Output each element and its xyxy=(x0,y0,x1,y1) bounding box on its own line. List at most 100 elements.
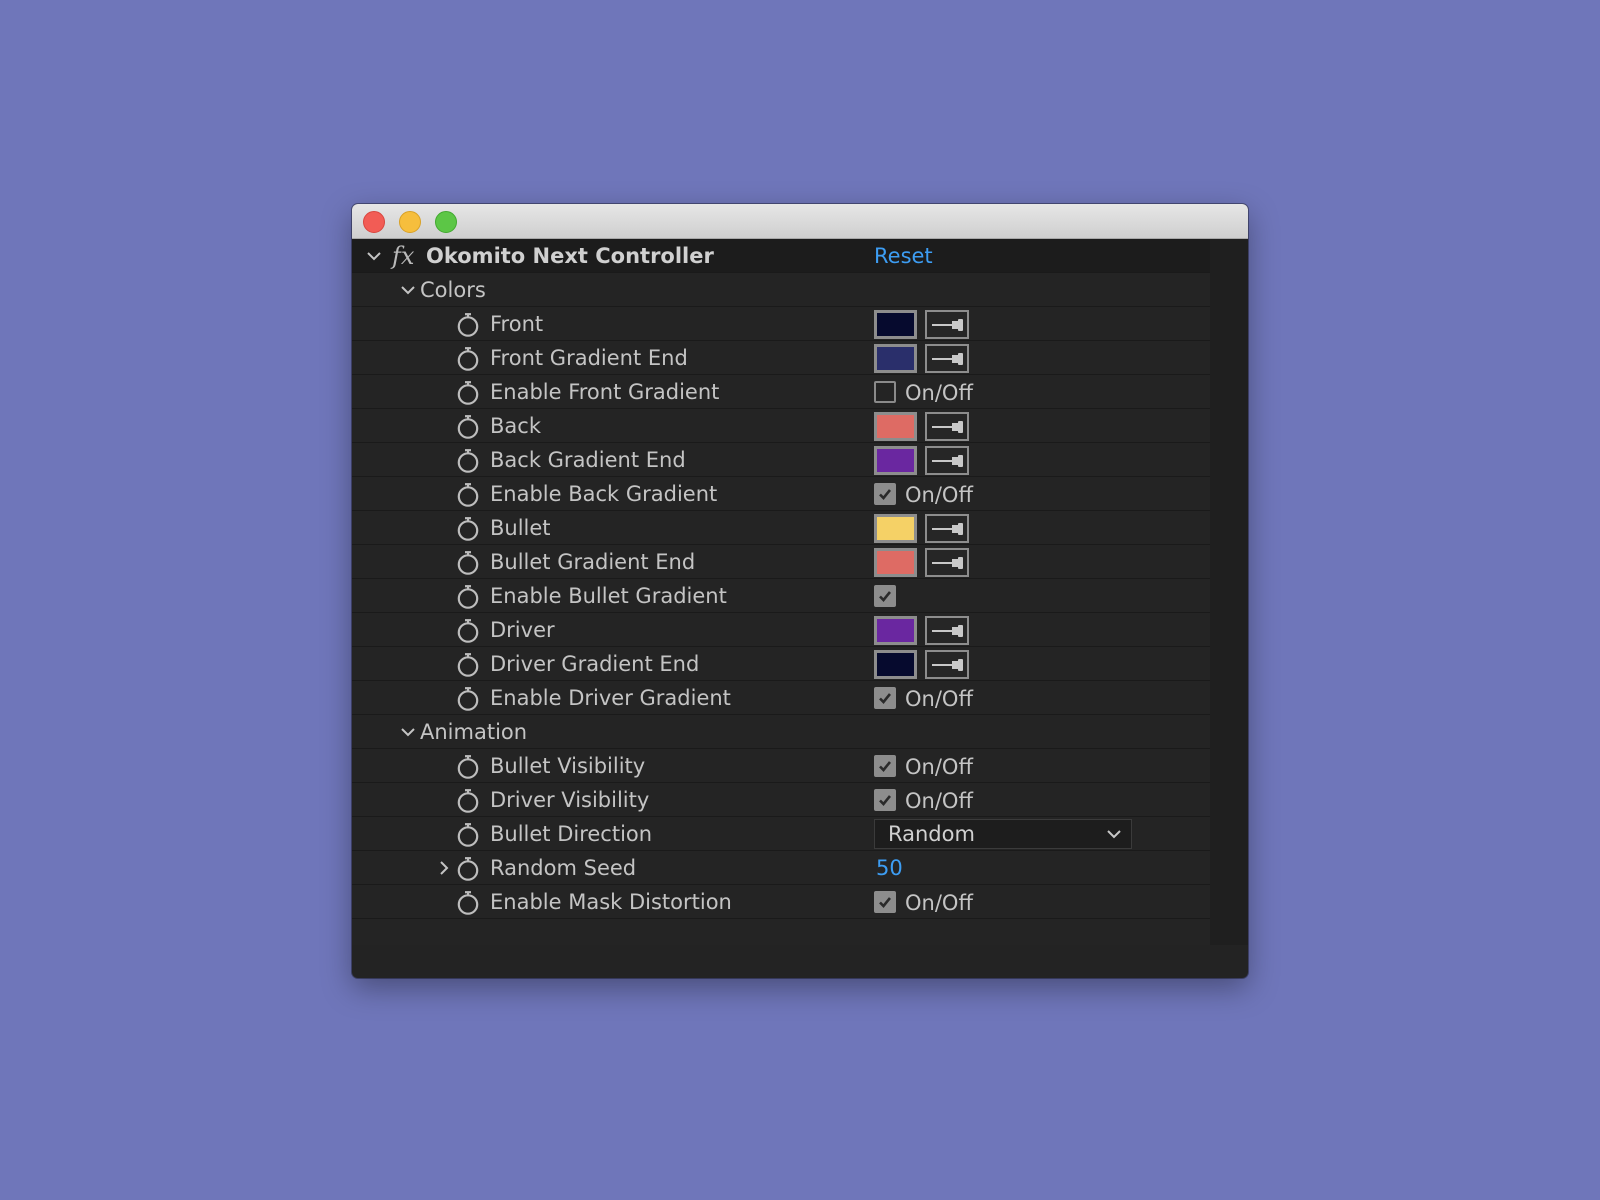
stopwatch-icon[interactable] xyxy=(456,448,480,474)
eyedropper-button[interactable] xyxy=(925,548,969,577)
eyedropper-button[interactable] xyxy=(925,344,969,373)
stopwatch-icon[interactable] xyxy=(456,890,480,916)
property-row-bullet[interactable]: Bullet xyxy=(352,511,1210,545)
property-row-driver[interactable]: Driver xyxy=(352,613,1210,647)
maximize-window-button[interactable] xyxy=(435,211,457,233)
stopwatch-icon[interactable] xyxy=(456,584,480,610)
color-swatch-back-gradient-end[interactable] xyxy=(874,446,917,475)
property-label: Enable Mask Distortion xyxy=(490,890,732,914)
checkbox-label[interactable]: On/Off xyxy=(905,375,973,409)
stopwatch-icon[interactable] xyxy=(456,822,480,848)
property-row-bullet-visibility[interactable]: Bullet Visibility On/Off xyxy=(352,749,1210,783)
color-swatch-bullet-gradient-end[interactable] xyxy=(874,548,917,577)
property-label: Enable Driver Gradient xyxy=(490,686,731,710)
property-label: Driver xyxy=(490,618,555,642)
property-label: Bullet Gradient End xyxy=(490,550,696,574)
chevron-down-icon[interactable] xyxy=(366,248,382,264)
eyedropper-button[interactable] xyxy=(925,310,969,339)
stopwatch-icon[interactable] xyxy=(456,754,480,780)
color-swatch-driver[interactable] xyxy=(874,616,917,645)
stopwatch-icon[interactable] xyxy=(456,788,480,814)
property-row-enable-back-gradient[interactable]: Enable Back Gradient On/Off xyxy=(352,477,1210,511)
checkbox-enable-back-gradient[interactable] xyxy=(874,483,896,505)
stopwatch-icon[interactable] xyxy=(456,686,480,712)
property-label: Bullet Visibility xyxy=(490,754,646,778)
checkbox-label[interactable]: On/Off xyxy=(905,477,973,511)
stopwatch-icon[interactable] xyxy=(456,346,480,372)
title-bar[interactable] xyxy=(352,204,1248,239)
stopwatch-icon[interactable] xyxy=(456,380,480,406)
checkbox-driver-visibility[interactable] xyxy=(874,789,896,811)
eyedropper-button[interactable] xyxy=(925,514,969,543)
property-row-front-gradient-end[interactable]: Front Gradient End xyxy=(352,341,1210,375)
chevron-right-icon[interactable] xyxy=(436,860,452,876)
reset-link[interactable]: Reset xyxy=(874,239,933,273)
property-row-enable-driver-gradient[interactable]: Enable Driver Gradient On/Off xyxy=(352,681,1210,715)
property-row-enable-front-gradient[interactable]: Enable Front Gradient On/Off xyxy=(352,375,1210,409)
property-row-enable-mask-distortion[interactable]: Enable Mask Distortion On/Off xyxy=(352,885,1210,919)
property-row-driver-gradient-end[interactable]: Driver Gradient End xyxy=(352,647,1210,681)
color-swatch-front-gradient-end[interactable] xyxy=(874,344,917,373)
group-colors-label: Colors xyxy=(420,278,486,302)
property-label: Back Gradient End xyxy=(490,448,686,472)
checkbox-enable-front-gradient[interactable] xyxy=(874,381,896,403)
property-label: Bullet Direction xyxy=(490,822,653,846)
stopwatch-icon[interactable] xyxy=(456,516,480,542)
color-swatch-back[interactable] xyxy=(874,412,917,441)
dropdown-bullet-direction[interactable]: Random xyxy=(874,819,1132,849)
close-window-button[interactable] xyxy=(363,211,385,233)
dropdown-value: Random xyxy=(888,822,975,846)
color-swatch-driver-gradient-end[interactable] xyxy=(874,650,917,679)
effect-controls-panel: fx Okomito Next Controller Reset Colors … xyxy=(352,239,1210,945)
effect-controls-window: fx Okomito Next Controller Reset Colors … xyxy=(352,204,1248,978)
stopwatch-icon[interactable] xyxy=(456,856,480,882)
chevron-down-icon xyxy=(1107,830,1121,839)
minimize-window-button[interactable] xyxy=(399,211,421,233)
property-label: Enable Back Gradient xyxy=(490,482,718,506)
eyedropper-button[interactable] xyxy=(925,412,969,441)
stopwatch-icon[interactable] xyxy=(456,312,480,338)
property-label: Back xyxy=(490,414,541,438)
stopwatch-icon[interactable] xyxy=(456,618,480,644)
stopwatch-icon[interactable] xyxy=(456,482,480,508)
property-row-random-seed[interactable]: Random Seed 50 xyxy=(352,851,1210,885)
checkbox-label[interactable]: On/Off xyxy=(905,783,973,817)
property-row-driver-visibility[interactable]: Driver Visibility On/Off xyxy=(352,783,1210,817)
checkbox-label[interactable]: On/Off xyxy=(905,749,973,783)
checkbox-label[interactable]: On/Off xyxy=(905,885,973,919)
checkbox-enable-mask-distortion[interactable] xyxy=(874,891,896,913)
property-label: Front Gradient End xyxy=(490,346,688,370)
checkbox-enable-driver-gradient[interactable] xyxy=(874,687,896,709)
property-label: Driver Visibility xyxy=(490,788,650,812)
chevron-down-icon[interactable] xyxy=(400,282,416,298)
eyedropper-button[interactable] xyxy=(925,616,969,645)
chevron-down-icon[interactable] xyxy=(400,724,416,740)
property-row-front[interactable]: Front xyxy=(352,307,1210,341)
group-animation-label: Animation xyxy=(420,720,528,744)
eyedropper-button[interactable] xyxy=(925,446,969,475)
group-animation-row[interactable]: Animation xyxy=(352,715,1210,749)
property-label: Enable Bullet Gradient xyxy=(490,584,727,608)
property-label: Driver Gradient End xyxy=(490,652,700,676)
panel-scroll-gutter[interactable] xyxy=(1210,239,1248,945)
group-colors-row[interactable]: Colors xyxy=(352,273,1210,307)
value-random-seed[interactable]: 50 xyxy=(876,851,903,885)
property-label: Bullet xyxy=(490,516,551,540)
stopwatch-icon[interactable] xyxy=(456,652,480,678)
property-label: Random Seed xyxy=(490,856,637,880)
property-row-back-gradient-end[interactable]: Back Gradient End xyxy=(352,443,1210,477)
color-swatch-bullet[interactable] xyxy=(874,514,917,543)
checkbox-label[interactable]: On/Off xyxy=(905,681,973,715)
property-row-bullet-direction[interactable]: Bullet Direction Random xyxy=(352,817,1210,851)
checkbox-bullet-visibility[interactable] xyxy=(874,755,896,777)
stopwatch-icon[interactable] xyxy=(456,414,480,440)
fx-icon[interactable]: fx xyxy=(392,239,414,273)
property-row-enable-bullet-gradient[interactable]: Enable Bullet Gradient xyxy=(352,579,1210,613)
effect-title: Okomito Next Controller xyxy=(426,244,714,268)
property-row-back[interactable]: Back xyxy=(352,409,1210,443)
stopwatch-icon[interactable] xyxy=(456,550,480,576)
checkbox-enable-bullet-gradient[interactable] xyxy=(874,585,896,607)
color-swatch-front[interactable] xyxy=(874,310,917,339)
property-row-bullet-gradient-end[interactable]: Bullet Gradient End xyxy=(352,545,1210,579)
eyedropper-button[interactable] xyxy=(925,650,969,679)
